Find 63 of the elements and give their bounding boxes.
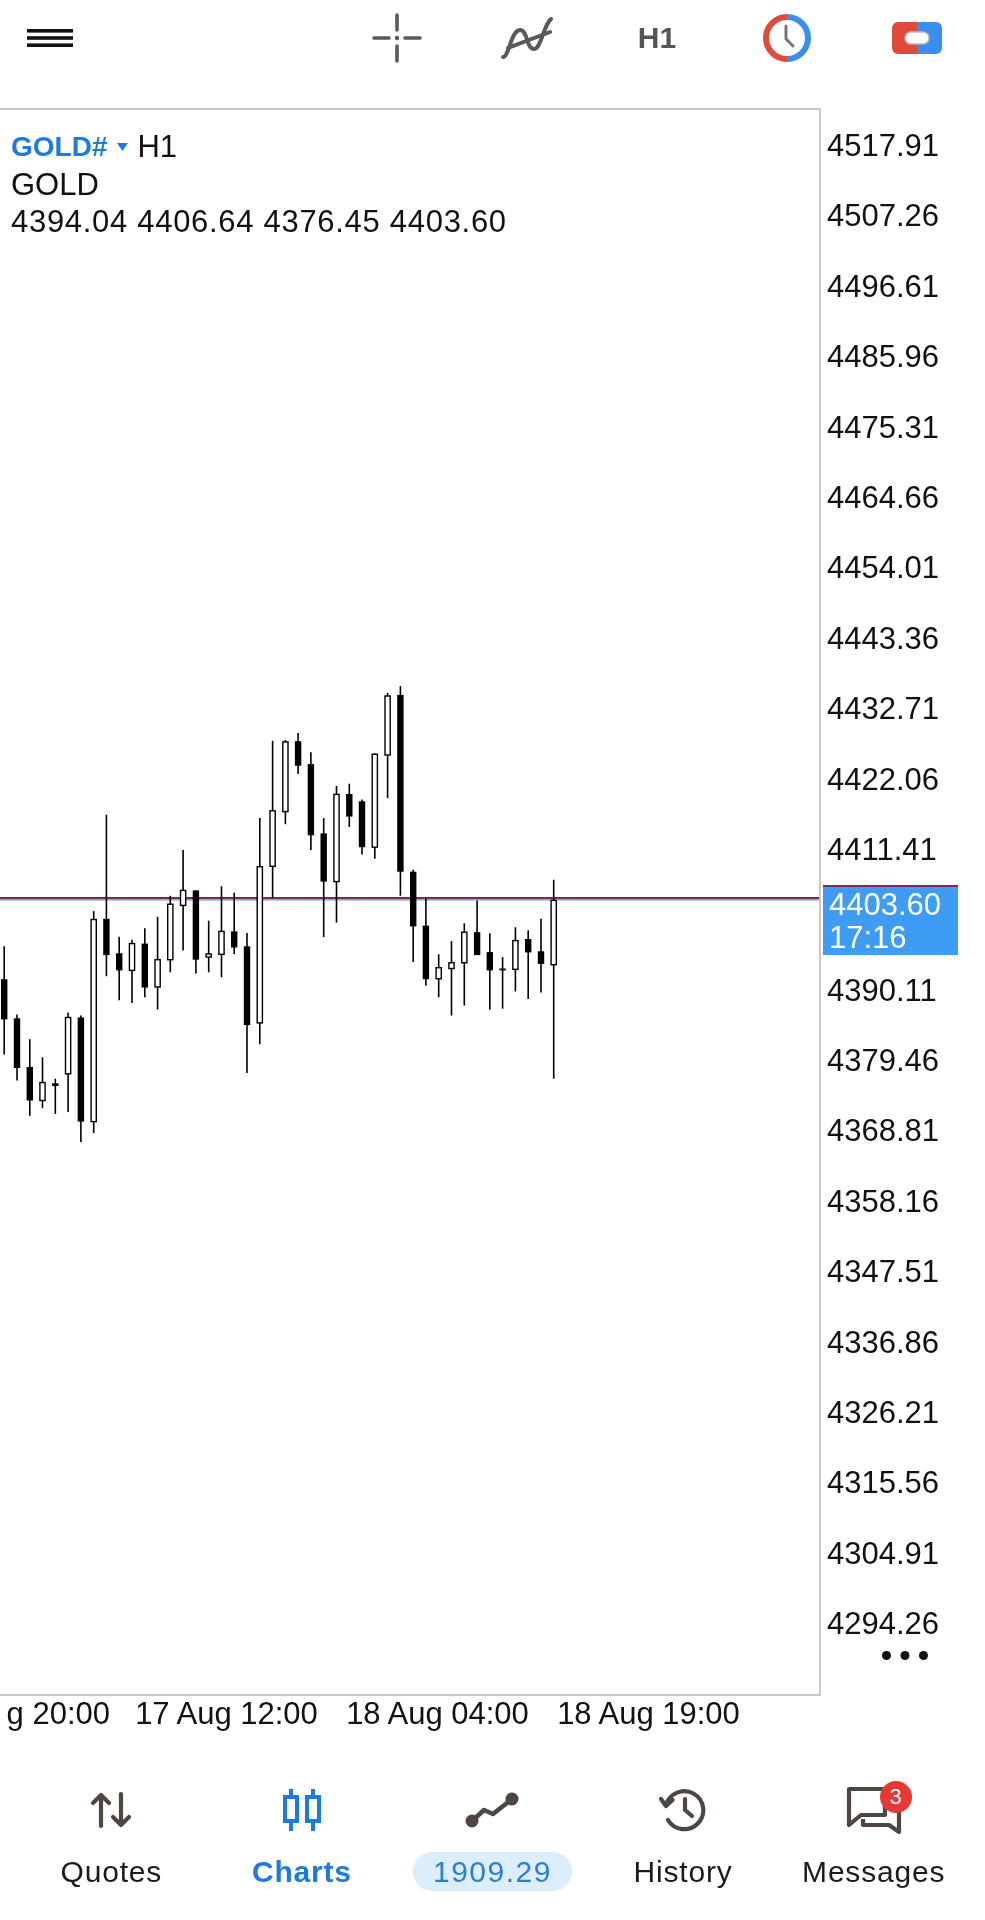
price-label: 4422.06 <box>827 762 940 797</box>
arrows-icon <box>90 1791 133 1829</box>
candle <box>141 927 148 998</box>
time-label: 17 Aug 12:00 <box>135 1696 318 1732</box>
candle <box>435 953 442 998</box>
timeframe-button[interactable]: H1 <box>637 21 677 55</box>
balance-value: 1909.29 <box>413 1852 572 1891</box>
time-label: 18 Aug 04:00 <box>346 1696 529 1732</box>
price-label: 4411.41 <box>827 832 937 867</box>
nav-tab[interactable]: History <box>587 1785 779 1891</box>
curve-icon[interactable] <box>500 16 554 60</box>
line-chart-icon <box>465 1792 520 1828</box>
price-label: 4294.26 <box>827 1607 940 1642</box>
crosshair-icon[interactable] <box>372 13 422 63</box>
more-icon[interactable] <box>882 1651 928 1661</box>
price-label: 4485.96 <box>827 340 940 375</box>
candle <box>473 899 481 956</box>
bar-time: 17:16 <box>829 921 907 955</box>
toggle-icon[interactable] <box>892 22 942 54</box>
price-label: 4368.81 <box>827 1114 940 1149</box>
price-label: 4315.56 <box>827 1466 940 1501</box>
symbol-description: GOLD <box>11 165 99 203</box>
price-label: 4358.16 <box>827 1184 940 1219</box>
candle <box>294 732 302 775</box>
caret-icon[interactable] <box>117 142 129 151</box>
time-label: 18 Aug 19:00 <box>557 1696 740 1732</box>
candle <box>128 939 136 1004</box>
history-icon <box>659 1787 708 1833</box>
ohlc-values: 4394.04 4406.64 4376.45 4403.60 <box>11 203 507 241</box>
menu-icon[interactable] <box>27 29 73 47</box>
price-label: 4326.21 <box>827 1396 940 1431</box>
price-label: 4304.91 <box>827 1536 940 1571</box>
candle <box>39 1056 46 1109</box>
candle <box>116 935 123 1002</box>
price-label: 4517.91 <box>827 129 940 163</box>
candle <box>231 891 238 955</box>
price-label: 4379.46 <box>827 1044 940 1079</box>
candle <box>346 782 353 828</box>
current-price: 4403.60 <box>829 888 942 922</box>
price-label: 4496.61 <box>827 269 940 304</box>
price-label: 4432.71 <box>827 692 940 727</box>
candle <box>13 1013 21 1082</box>
notification-badge: 3 <box>879 1781 912 1813</box>
candle <box>525 929 532 1000</box>
nav-tab[interactable]: Quotes <box>16 1785 207 1891</box>
price-label: 4347.51 <box>827 1255 940 1290</box>
price-label: 4475.31 <box>827 410 940 445</box>
candle <box>512 926 519 993</box>
symbol-name[interactable]: GOLD# <box>11 128 108 166</box>
price-label: 4390.11 <box>827 973 937 1008</box>
nav-tab[interactable]: Charts <box>206 1785 398 1891</box>
price-label: 4454.01 <box>827 551 940 586</box>
time-label: g 20:00 <box>6 1696 110 1732</box>
timeframe-label: H1 <box>137 128 178 166</box>
price-label: 4336.86 <box>827 1325 940 1360</box>
price-label: 4507.26 <box>827 199 940 234</box>
candle <box>358 798 366 856</box>
candle <box>205 919 212 974</box>
price-label: 4443.36 <box>827 621 940 656</box>
candle <box>52 1077 59 1115</box>
candle <box>499 956 506 1010</box>
price-label: 4464.66 <box>827 480 940 515</box>
clock-icon[interactable] <box>762 13 812 63</box>
